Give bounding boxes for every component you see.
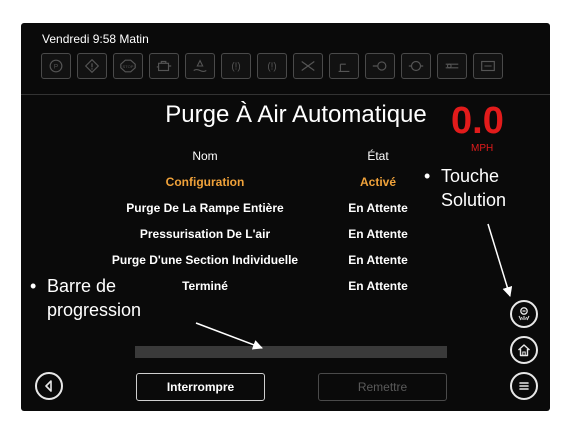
arrow-solution bbox=[487, 223, 513, 297]
callout-arrows bbox=[195, 223, 513, 350]
arrow-progress bbox=[195, 322, 263, 350]
